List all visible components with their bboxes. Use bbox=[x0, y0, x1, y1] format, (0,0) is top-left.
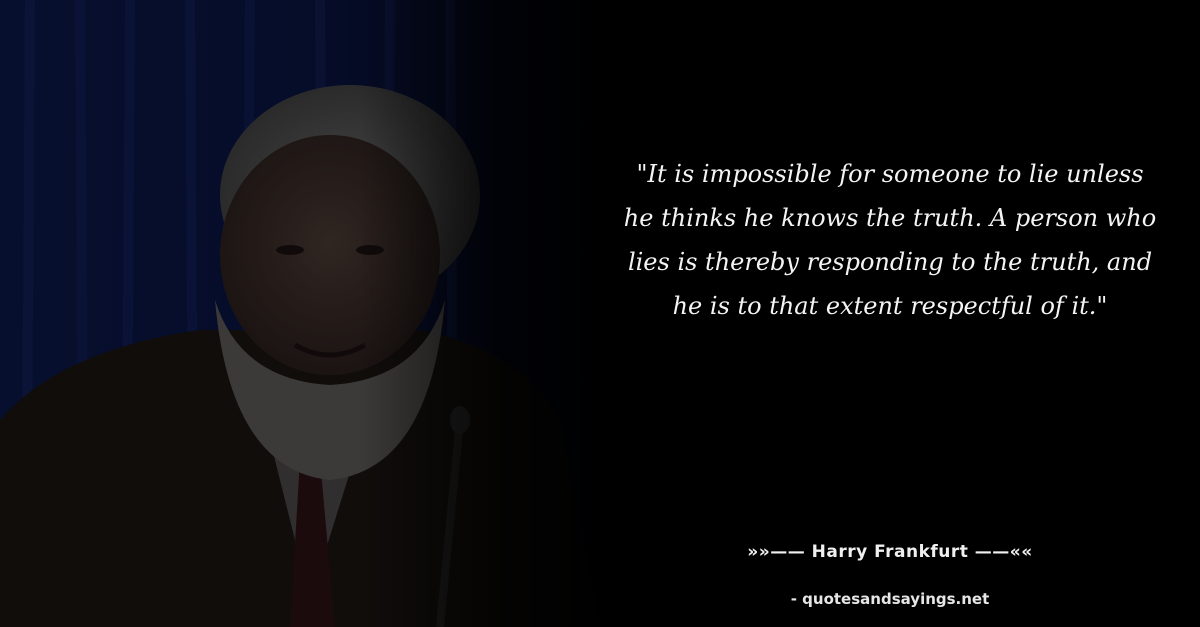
quote-card: "It is impossible for someone to lie unl… bbox=[0, 0, 1200, 627]
photo-fade-overlay bbox=[360, 0, 620, 627]
quote-text: "It is impossible for someone to lie unl… bbox=[623, 160, 1157, 320]
source-credit: - quotesandsayings.net bbox=[790, 590, 990, 608]
author-attribution: »»—— Harry Frankfurt ——«« bbox=[747, 542, 1033, 562]
